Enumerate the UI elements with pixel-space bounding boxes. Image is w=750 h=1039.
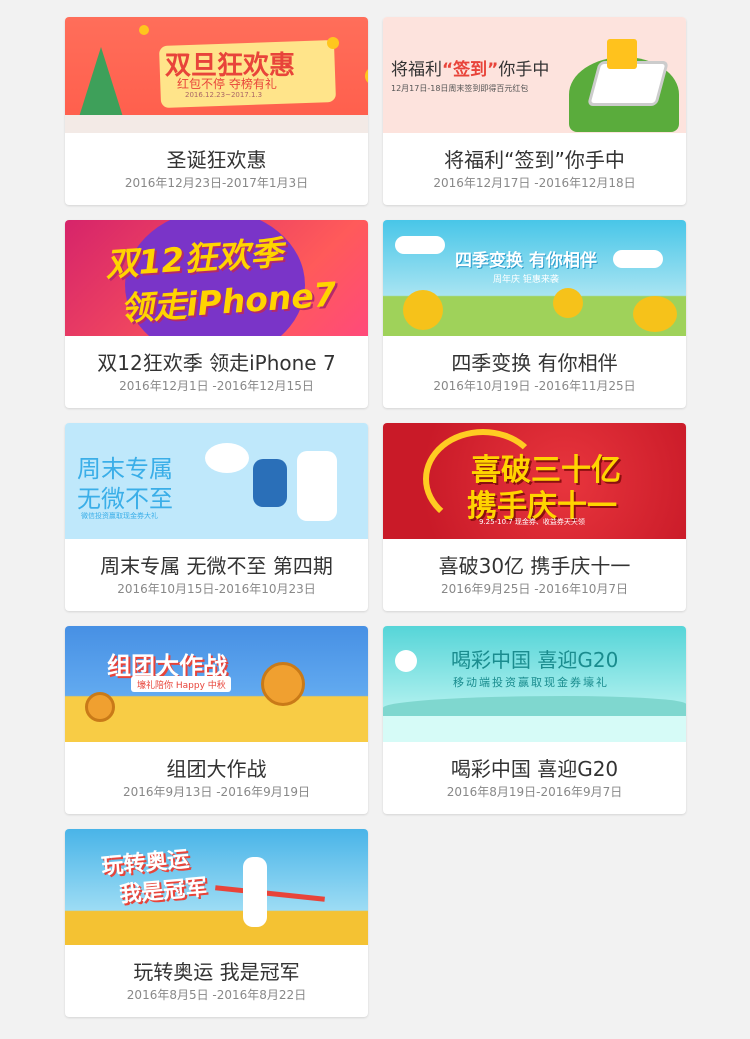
activity-card-double12[interactable]: 双12狂欢季 领走iPhone7 双12狂欢季 领走iPhone 7 2016年… <box>65 220 368 408</box>
activity-banner[interactable]: 喝彩中国 喜迎G20 移动端投资赢取现金券壕礼 <box>383 626 686 742</box>
finish-tape-icon <box>215 885 325 902</box>
activity-banner[interactable]: 双12狂欢季 领走iPhone7 <box>65 220 368 336</box>
banner-subtitle: 壕礼陪你 Happy 中秋 <box>137 681 226 691</box>
activity-info: 圣诞狂欢惠 2016年12月23日-2017年1月3日 <box>65 133 368 205</box>
banner-floor <box>65 115 368 133</box>
activity-card-group-battle[interactable]: 组团大作战 壕礼陪你 Happy 中秋 组团大作战 2016年9月13日 -20… <box>65 626 368 814</box>
activity-banner[interactable]: 组团大作战 壕礼陪你 Happy 中秋 <box>65 626 368 742</box>
activity-title: 组团大作战 <box>166 757 267 781</box>
sun-icon <box>395 650 417 672</box>
banner-subtitle: 12月17日-18日周末签到即得百元红包 <box>391 84 529 93</box>
activity-banner[interactable]: 喜破三十亿 携手庆十一 9.25-10.7 现金券、收益券天天领 <box>383 423 686 539</box>
activity-date: 2016年9月25日 -2016年10月7日 <box>440 582 629 596</box>
tree-icon <box>633 296 677 332</box>
activity-title: 周末专属 无微不至 第四期 <box>100 554 333 578</box>
activity-title: 双12狂欢季 领走iPhone 7 <box>97 351 336 375</box>
activity-info: 喜破30亿 携手庆十一 2016年9月25日 -2016年10月7日 <box>383 539 686 611</box>
activity-card-olympics[interactable]: 玩转奥运 我是冠军 玩转奥运 我是冠军 2016年8月5日 -2016年8月22… <box>65 829 368 1017</box>
cloud-icon <box>395 236 445 254</box>
coin-icon <box>327 37 339 49</box>
banner-subtitle: 移动端投资赢取现金券壕礼 <box>453 676 609 689</box>
activity-banner[interactable]: 周末专属 无微不至 微信投资赢取现金券大礼 <box>65 423 368 539</box>
activity-title: 喜破30亿 携手庆十一 <box>438 554 631 578</box>
activity-card-seasons[interactable]: 四季变换 有你相伴 周年庆 钜惠来袭 四季变换 有你相伴 2016年10月19日… <box>383 220 686 408</box>
activity-date: 2016年8月19日-2016年9月7日 <box>446 785 623 799</box>
banner-headline: 四季变换 有你相伴 <box>455 251 597 271</box>
activity-info: 周末专属 无微不至 第四期 2016年10月15日-2016年10月23日 <box>65 539 368 611</box>
banner-headline: 喝彩中国 喜迎G20 <box>451 648 619 672</box>
activity-card-3billion[interactable]: 喜破三十亿 携手庆十一 9.25-10.7 现金券、收益券天天领 喜破30亿 携… <box>383 423 686 611</box>
banner-subtitle: 微信投资赢取现金券大礼 <box>81 512 158 520</box>
banner-subtitle: 红包不停 夺榜有礼 <box>177 77 277 91</box>
activity-info: 玩转奥运 我是冠军 2016年8月5日 -2016年8月22日 <box>65 945 368 1017</box>
activity-banner[interactable]: 将福利“签到”你手中 12月17日-18日周末签到即得百元红包 <box>383 17 686 133</box>
activity-title: 圣诞狂欢惠 <box>166 148 267 172</box>
tree-icon <box>403 290 443 330</box>
gift-box-icon <box>607 39 637 69</box>
activity-info: 四季变换 有你相伴 2016年10月19日 -2016年11月25日 <box>383 336 686 408</box>
phone-character-icon <box>253 459 287 507</box>
sun-face-icon <box>553 288 583 318</box>
cloud-icon <box>613 250 663 268</box>
coin-icon <box>139 25 149 35</box>
activity-banner[interactable]: 四季变换 有你相伴 周年庆 钜惠来袭 <box>383 220 686 336</box>
christmas-tree-icon <box>79 47 123 117</box>
activity-date: 2016年8月5日 -2016年8月22日 <box>126 988 307 1002</box>
banner-headline-line2: 无微不至 <box>77 485 173 513</box>
banner-subtitle: 周年庆 钜惠来袭 <box>493 275 559 285</box>
mooncake-icon <box>261 662 305 706</box>
activity-banner[interactable]: 双旦狂欢惠 红包不停 夺榜有礼 2016.12.23~2017.1.3 <box>65 17 368 133</box>
hills-icon <box>383 696 686 716</box>
activity-banner[interactable]: 玩转奥运 我是冠军 <box>65 829 368 945</box>
runner-icon <box>243 857 267 927</box>
activity-date: 2016年9月13日 -2016年9月19日 <box>122 785 311 799</box>
mooncake-icon <box>85 692 115 722</box>
banner-date: 2016.12.23~2017.1.3 <box>185 91 263 99</box>
activity-title: 玩转奥运 我是冠军 <box>133 960 300 984</box>
banner-subtitle: 9.25-10.7 现金券、收益券天天领 <box>479 518 585 526</box>
activity-date: 2016年12月23日-2017年1月3日 <box>124 176 309 190</box>
activity-card-weekend[interactable]: 周末专属 无微不至 微信投资赢取现金券大礼 周末专属 无微不至 第四期 2016… <box>65 423 368 611</box>
activity-date: 2016年12月1日 -2016年12月15日 <box>119 379 314 393</box>
activity-date: 2016年10月19日 -2016年11月25日 <box>433 379 636 393</box>
activity-grid: 双旦狂欢惠 红包不停 夺榜有礼 2016.12.23~2017.1.3 圣诞狂欢… <box>65 17 686 1017</box>
badge-icon <box>205 443 249 473</box>
activity-title: 四季变换 有你相伴 <box>451 351 618 375</box>
banner-headline: 将福利“签到”你手中 <box>391 60 550 80</box>
activity-info: 将福利“签到”你手中 2016年12月17日 -2016年12月18日 <box>383 133 686 205</box>
activity-info: 双12狂欢季 领走iPhone 7 2016年12月1日 -2016年12月15… <box>65 336 368 408</box>
activity-info: 组团大作战 2016年9月13日 -2016年9月19日 <box>65 742 368 814</box>
activity-card-g20[interactable]: 喝彩中国 喜迎G20 移动端投资赢取现金券壕礼 喝彩中国 喜迎G20 2016年… <box>383 626 686 814</box>
activity-card-christmas[interactable]: 双旦狂欢惠 红包不停 夺榜有礼 2016.12.23~2017.1.3 圣诞狂欢… <box>65 17 368 205</box>
banner-headline-line2: 我是冠军 <box>118 875 209 908</box>
coin-icon <box>365 67 368 85</box>
activity-title: 喝彩中国 喜迎G20 <box>450 757 619 781</box>
activity-card-signin[interactable]: 将福利“签到”你手中 12月17日-18日周末签到即得百元红包 将福利“签到”你… <box>383 17 686 205</box>
man-character-icon <box>297 451 337 521</box>
activity-title: 将福利“签到”你手中 <box>444 148 625 172</box>
activity-date: 2016年12月17日 -2016年12月18日 <box>433 176 636 190</box>
activity-info: 喝彩中国 喜迎G20 2016年8月19日-2016年9月7日 <box>383 742 686 814</box>
activity-date: 2016年10月15日-2016年10月23日 <box>117 582 316 596</box>
